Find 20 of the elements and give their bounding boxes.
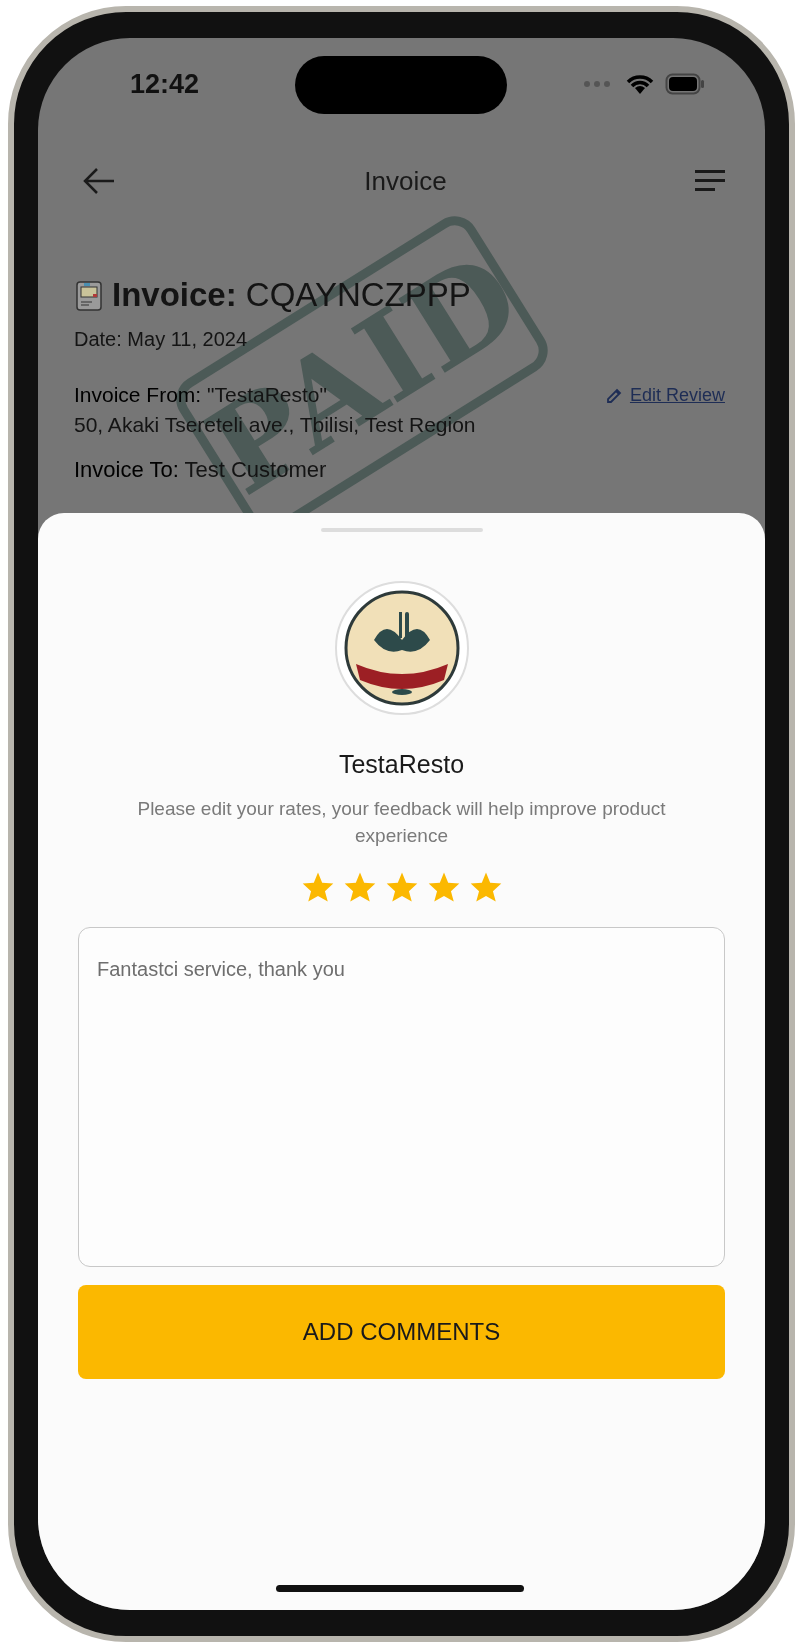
star-rating[interactable] [300,871,503,903]
back-arrow-icon[interactable] [82,167,116,195]
wifi-icon [625,73,655,95]
add-comments-button[interactable]: ADD COMMENTS [78,1285,725,1379]
star-icon[interactable] [300,871,335,903]
star-icon[interactable] [342,871,377,903]
star-icon[interactable] [384,871,419,903]
comment-field[interactable]: Fantastci service, thank you [78,927,725,1267]
invoice-icon [74,278,104,312]
battery-icon [665,73,705,95]
screen-title: Invoice [364,165,447,197]
status-time: 12:42 [130,68,200,100]
star-icon[interactable] [426,871,461,903]
star-icon[interactable] [468,871,503,903]
restaurant-name: TestaResto [338,750,465,779]
menu-icon[interactable] [695,169,727,193]
pencil-icon [605,386,623,404]
emblem-icon [333,580,470,716]
edit-review-link[interactable]: Edit Review [605,384,725,406]
rating-prompt: Please edit your rates, your feedback will help improve product experience [136,797,667,848]
